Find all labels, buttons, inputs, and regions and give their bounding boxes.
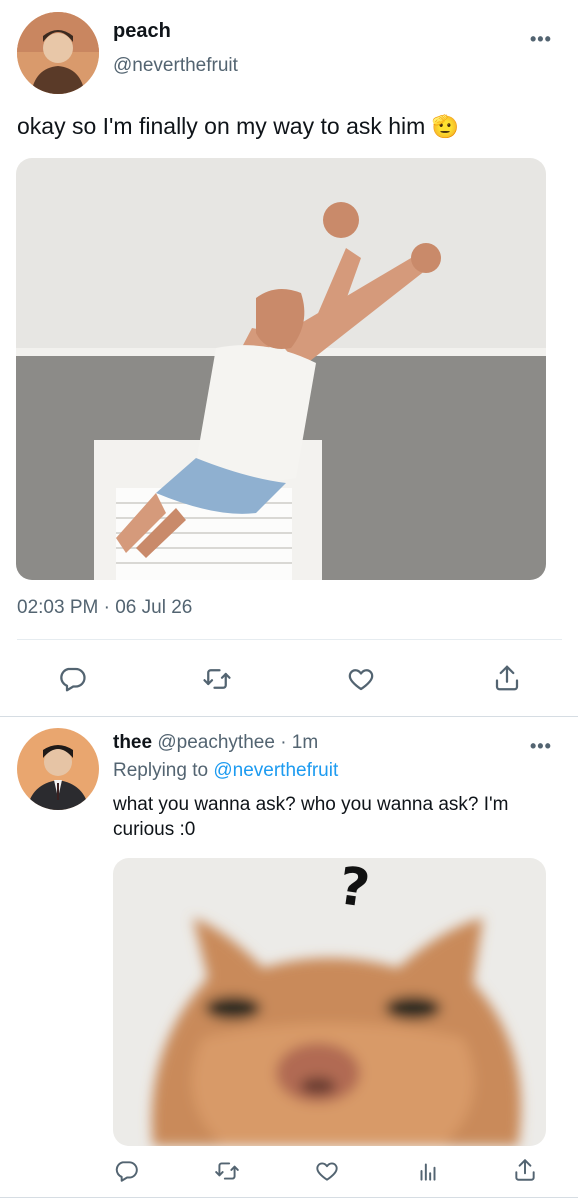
like-icon[interactable] [314,1158,340,1184]
avatar-image [17,728,99,810]
reply-author-avatar[interactable] [17,728,99,810]
retweet-icon[interactable] [200,664,234,694]
jumping-boy-photo [16,158,546,580]
tweet-body: okay so I'm finally on my way to ask him [17,113,426,139]
reply-time[interactable]: 1m [292,732,318,753]
reply-text: what you wanna ask? who you wanna ask? I… [113,794,509,840]
emoji: 🫡 [431,114,460,139]
replying-to-line: Replying to @neverthefruit [113,760,338,782]
author-handle[interactable]: @neverthefruit [113,55,238,77]
like-icon[interactable] [346,664,376,694]
more-options-icon[interactable]: ••• [530,30,552,48]
replying-to-label: Replying to [113,760,209,781]
author-avatar[interactable] [17,12,99,94]
tweet-media[interactable] [16,158,546,580]
share-icon[interactable] [492,662,522,694]
reply-header: thee @peachythee · 1m [113,732,318,754]
reply-display-name[interactable]: thee [113,732,152,753]
author-display-name[interactable]: peach [113,20,171,43]
timestamp-divider [17,639,562,640]
analytics-icon[interactable] [415,1158,441,1184]
reply-icon[interactable] [113,1158,139,1184]
bottom-separator [0,1197,578,1198]
replying-to-link[interactable]: @neverthefruit [213,760,338,781]
tweet-action-bar [0,660,578,700]
reply-action-bar [0,1156,578,1188]
reply-media[interactable]: ? [113,858,546,1146]
retweet-icon[interactable] [213,1158,241,1184]
reply-icon[interactable] [57,664,87,694]
avatar-image [17,12,99,94]
reply-separator: · [280,732,287,753]
tweet-text: okay so I'm finally on my way to ask him… [17,113,459,140]
reply-more-options-icon[interactable]: ••• [530,737,552,755]
reply-handle[interactable]: @peachythee [157,732,275,753]
tweet-timestamp[interactable]: 02:03 PM · 06 Jul 26 [17,597,192,619]
tweet-separator [0,716,578,717]
cat-photo [113,858,546,1146]
share-icon[interactable] [512,1156,538,1184]
